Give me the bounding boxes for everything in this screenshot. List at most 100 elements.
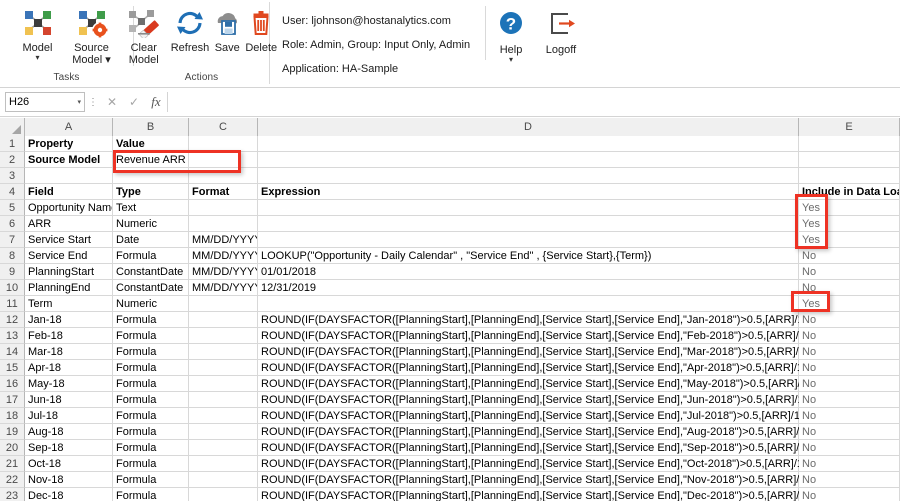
cell-B18[interactable]: Formula [113, 408, 189, 424]
cell-A21[interactable]: Oct-18 [25, 456, 113, 472]
help-dropdown-caret-icon[interactable]: ▾ [509, 56, 513, 64]
cell-C8[interactable]: MM/DD/YYYY [189, 248, 258, 264]
cell-B5[interactable]: Text [113, 200, 189, 216]
row-header-7[interactable]: 7 [0, 232, 25, 248]
cell-E5[interactable]: Yes [799, 200, 900, 216]
cell-C10[interactable]: MM/DD/YYYY [189, 280, 258, 296]
cell-B16[interactable]: Formula [113, 376, 189, 392]
cell-C7[interactable]: MM/DD/YYYY [189, 232, 258, 248]
row-header-22[interactable]: 22 [0, 472, 25, 488]
cell-E13[interactable]: No [799, 328, 900, 344]
cell-E14[interactable]: No [799, 344, 900, 360]
cell-A10[interactable]: PlanningEnd [25, 280, 113, 296]
cell-D3[interactable] [258, 168, 799, 184]
column-header-a[interactable]: A [25, 118, 113, 136]
cell-E20[interactable]: No [799, 440, 900, 456]
cell-A18[interactable]: Jul-18 [25, 408, 113, 424]
cell-B4[interactable]: Type [113, 184, 189, 200]
cell-E18[interactable]: No [799, 408, 900, 424]
row-header-4[interactable]: 4 [0, 184, 25, 200]
cell-E6[interactable]: Yes [799, 216, 900, 232]
cell-B14[interactable]: Formula [113, 344, 189, 360]
cell-C3[interactable] [189, 168, 258, 184]
cell-C12[interactable] [189, 312, 258, 328]
cell-C14[interactable] [189, 344, 258, 360]
cell-E15[interactable]: No [799, 360, 900, 376]
name-box[interactable]: H26 ▾ [5, 92, 85, 112]
row-header-5[interactable]: 5 [0, 200, 25, 216]
row-header-1[interactable]: 1 [0, 136, 25, 152]
cell-D10[interactable]: 12/31/2019 [258, 280, 799, 296]
cell-D6[interactable] [258, 216, 799, 232]
cell-B15[interactable]: Formula [113, 360, 189, 376]
row-header-2[interactable]: 2 [0, 152, 25, 168]
cell-D17[interactable]: ROUND(IF(DAYSFACTOR([PlanningStart],[Pla… [258, 392, 835, 408]
cell-D9[interactable]: 01/01/2018 [258, 264, 799, 280]
cell-B1[interactable]: Value [113, 136, 189, 152]
row-header-18[interactable]: 18 [0, 408, 25, 424]
cell-B23[interactable]: Formula [113, 488, 189, 501]
cell-A14[interactable]: Mar-18 [25, 344, 113, 360]
cell-B6[interactable]: Numeric [113, 216, 189, 232]
cell-C18[interactable] [189, 408, 258, 424]
cell-A16[interactable]: May-18 [25, 376, 113, 392]
cell-A12[interactable]: Jan-18 [25, 312, 113, 328]
name-box-caret-icon[interactable]: ▾ [77, 98, 81, 106]
cell-A19[interactable]: Aug-18 [25, 424, 113, 440]
cell-B7[interactable]: Date [113, 232, 189, 248]
column-header-b[interactable]: B [113, 118, 189, 136]
cell-C22[interactable] [189, 472, 258, 488]
row-header-19[interactable]: 19 [0, 424, 25, 440]
cancel-icon[interactable]: ✕ [101, 95, 123, 109]
source-model-button[interactable]: Source Model ▾ [63, 4, 121, 66]
cell-D1[interactable] [258, 136, 799, 152]
cell-A23[interactable]: Dec-18 [25, 488, 113, 501]
cell-E12[interactable]: No [799, 312, 900, 328]
row-header-23[interactable]: 23 [0, 488, 25, 501]
column-header-e[interactable]: E [799, 118, 900, 136]
row-header-3[interactable]: 3 [0, 168, 25, 184]
cell-A5[interactable]: Opportunity Name [25, 200, 113, 216]
cell-B21[interactable]: Formula [113, 456, 189, 472]
cell-E9[interactable]: No [799, 264, 900, 280]
cell-A15[interactable]: Apr-18 [25, 360, 113, 376]
cell-D18[interactable]: ROUND(IF(DAYSFACTOR([PlanningStart],[Pla… [258, 408, 832, 424]
cell-D8[interactable]: LOOKUP("Opportunity - Daily Calendar" , … [258, 248, 799, 264]
cell-C20[interactable] [189, 440, 258, 456]
insert-function-icon[interactable]: fx [145, 94, 167, 110]
cell-B3[interactable] [113, 168, 189, 184]
cell-D2[interactable] [258, 152, 799, 168]
cell-C9[interactable]: MM/DD/YYYY [189, 264, 258, 280]
cell-B22[interactable]: Formula [113, 472, 189, 488]
cell-B19[interactable]: Formula [113, 424, 189, 440]
cell-B17[interactable]: Formula [113, 392, 189, 408]
cell-C11[interactable] [189, 296, 258, 312]
cell-C16[interactable] [189, 376, 258, 392]
cell-C15[interactable] [189, 360, 258, 376]
cell-E23[interactable]: No [799, 488, 900, 501]
confirm-icon[interactable]: ✓ [123, 95, 145, 109]
cell-E2[interactable] [799, 152, 900, 168]
cell-C2[interactable] [189, 152, 258, 168]
cell-A2[interactable]: Source Model [25, 152, 113, 168]
cell-E8[interactable]: No [799, 248, 900, 264]
model-button[interactable]: Model ▾ [13, 4, 63, 62]
row-header-11[interactable]: 11 [0, 296, 25, 312]
cell-B10[interactable]: ConstantDate [113, 280, 189, 296]
clear-model-button[interactable]: Clear Model [125, 4, 163, 66]
row-header-8[interactable]: 8 [0, 248, 25, 264]
cell-C21[interactable] [189, 456, 258, 472]
cell-B11[interactable]: Numeric [113, 296, 189, 312]
row-header-21[interactable]: 21 [0, 456, 25, 472]
row-header-16[interactable]: 16 [0, 376, 25, 392]
cell-C23[interactable] [189, 488, 258, 501]
cell-A1[interactable]: Property [25, 136, 113, 152]
cell-E10[interactable]: No [799, 280, 900, 296]
cell-A9[interactable]: PlanningStart [25, 264, 113, 280]
cell-C5[interactable] [189, 200, 258, 216]
cell-A13[interactable]: Feb-18 [25, 328, 113, 344]
cell-C6[interactable] [189, 216, 258, 232]
cell-D14[interactable]: ROUND(IF(DAYSFACTOR([PlanningStart],[Pla… [258, 344, 837, 360]
cell-E11[interactable]: Yes [799, 296, 900, 312]
cell-D11[interactable] [258, 296, 799, 312]
